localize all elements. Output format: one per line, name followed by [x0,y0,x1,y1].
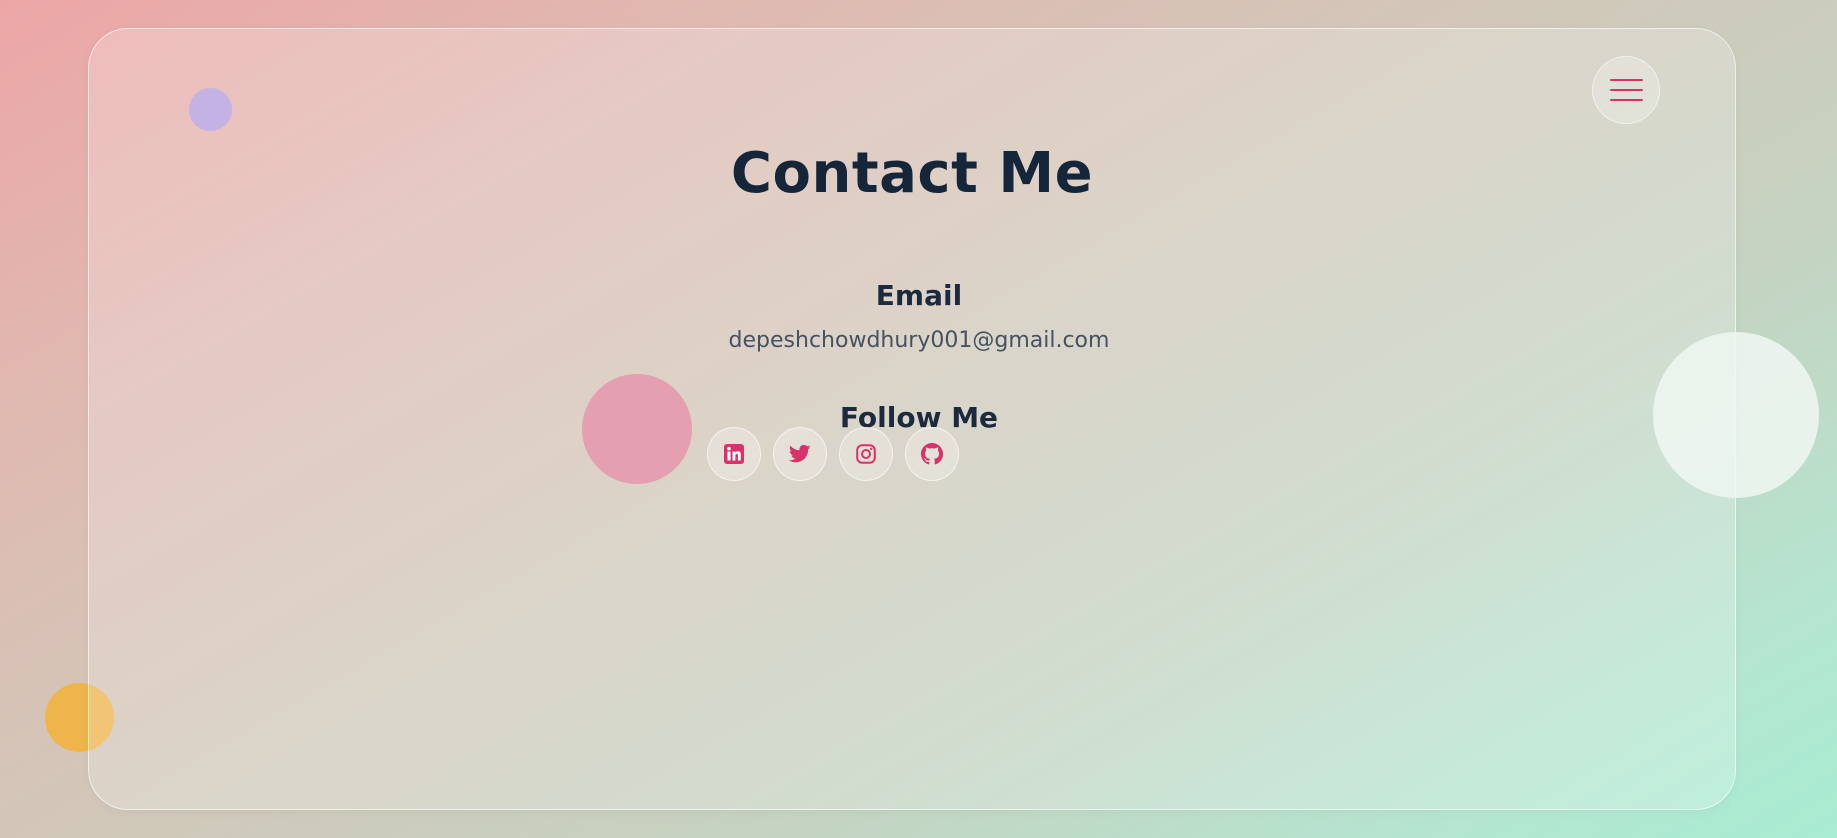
menu-button[interactable] [1592,56,1660,124]
github-icon [921,443,943,465]
instagram-button[interactable] [839,427,893,481]
twitter-button[interactable] [773,427,827,481]
github-button[interactable] [905,427,959,481]
email-heading: Email [875,279,963,312]
social-links [707,427,959,481]
email-link[interactable]: depeshchowdhury001@gmail.com [102,330,1736,352]
linkedin-button[interactable] [707,427,761,481]
linkedin-icon [724,444,744,464]
page-title: Contact Me [730,141,1094,206]
twitter-icon [789,444,811,463]
instagram-icon [856,444,876,464]
